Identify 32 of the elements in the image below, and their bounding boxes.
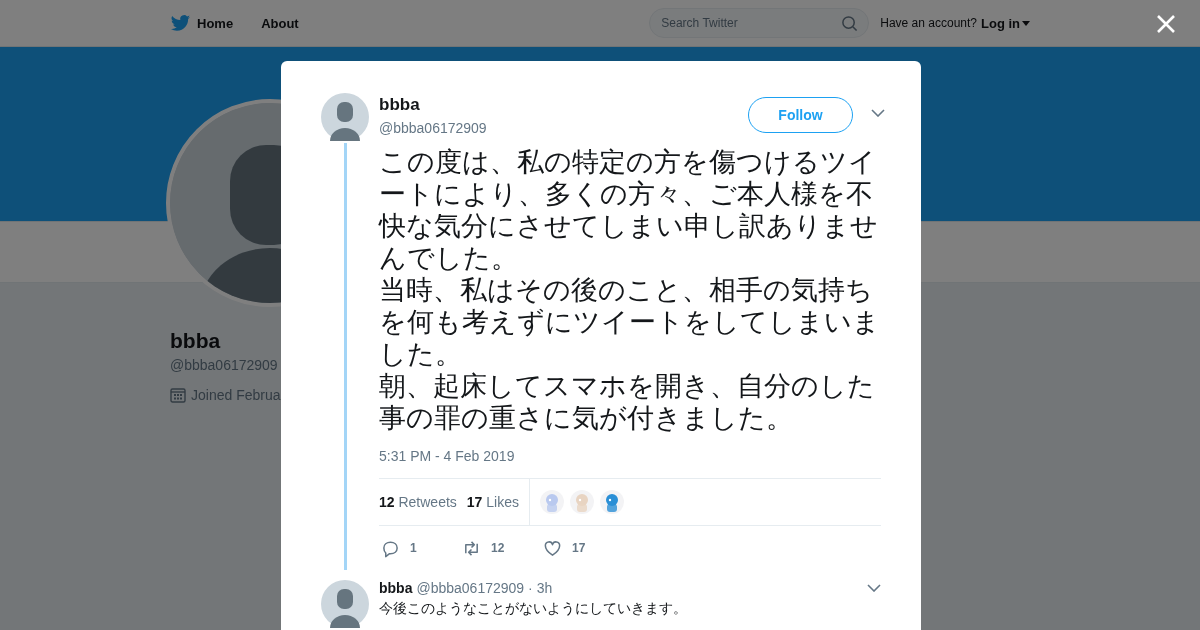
chevron-icon[interactable]: [871, 109, 885, 117]
user-name[interactable]: bbba: [379, 580, 413, 596]
tweet-time[interactable]: · 3h: [528, 580, 553, 596]
user-name[interactable]: bbba: [379, 95, 487, 115]
stat-link[interactable]: 17 Likes: [466, 494, 519, 510]
profile-handle: @bbba06172909: [170, 357, 278, 373]
profile-name: bbba: [170, 329, 221, 353]
join-date: Joined Februa: [191, 387, 281, 403]
reply-text: 今後このようなことがないようにしていきます。: [379, 600, 688, 618]
login-link[interactable]: Log in: [981, 15, 1030, 31]
timestamp[interactable]: 5:31 PM - 4 Feb 2019: [379, 448, 885, 464]
avatar-icon[interactable]: [321, 580, 369, 628]
bird-icon: [170, 12, 191, 34]
reply-button[interactable]: 1: [379, 538, 460, 558]
retweet-button[interactable]: 12: [460, 538, 541, 558]
avatar-icon[interactable]: [321, 93, 369, 141]
like-button[interactable]: 17: [541, 538, 622, 558]
nav-link[interactable]: Home: [170, 12, 234, 34]
account-prompt: Have an account?: [880, 16, 977, 30]
stat-link[interactable]: 12 Retweets: [379, 494, 457, 510]
calendar-icon: [170, 387, 186, 403]
heart-icon: [543, 538, 562, 558]
user-handle[interactable]: @bbba06172909: [416, 580, 525, 596]
follow-button[interactable]: Follow: [748, 97, 853, 133]
search-field[interactable]: Search Twitter: [649, 8, 870, 38]
tweet-paragraph: 朝、起床してスマホを開き、自分のした事の罪の重さに気が付きました。: [379, 370, 876, 434]
tweet-paragraph: この度は、私の特定の方を傷つけるツイートにより、多くの方々、ご本人様を不快な気分にさせてしまい申し訳ありませんでした。: [379, 146, 879, 274]
chevron-icon[interactable]: [867, 584, 881, 592]
user-handle[interactable]: @bbba06172909: [379, 120, 487, 136]
caret-icon: [1022, 20, 1030, 26]
nav-link[interactable]: About: [261, 15, 299, 31]
tweet-paragraph: 当時、私はその後のこと、相手の気持ちを何も考えずにツイートをしてしまいました。: [379, 274, 881, 370]
